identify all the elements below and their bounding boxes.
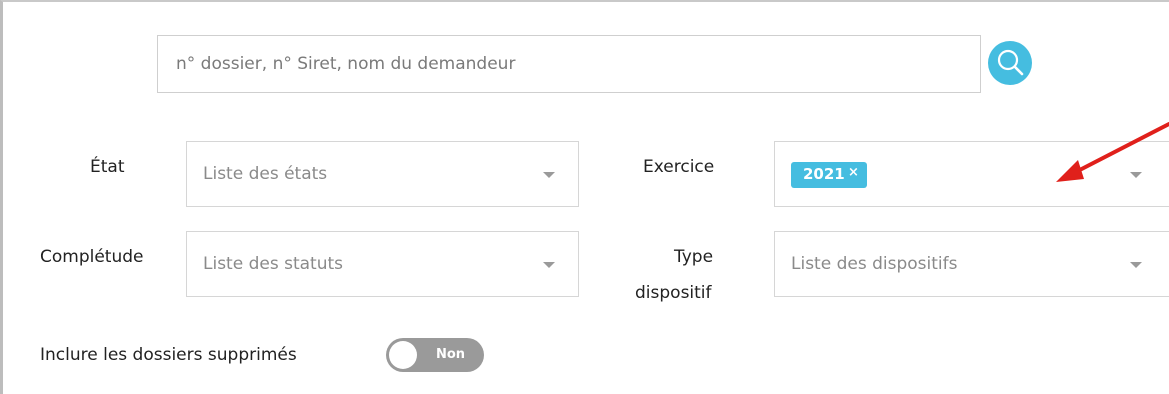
include-deleted-toggle[interactable]: Non [386,338,484,372]
exercice-label: Exercice [643,157,715,177]
search-icon [997,49,1024,76]
etat-select[interactable]: Liste des états [186,141,579,207]
exercice-tag-label: 2021 [803,165,845,183]
type-dispositif-select[interactable]: Liste des dispositifs [774,231,1169,297]
red-arrow-icon [1056,122,1169,182]
remove-tag-icon[interactable]: × [848,165,859,180]
chevron-down-icon [543,262,555,268]
completude-select[interactable]: Liste des statuts [186,231,579,297]
chevron-down-icon [1130,262,1142,268]
completude-placeholder: Liste des statuts [203,254,343,274]
etat-placeholder: Liste des états [203,164,328,184]
include-deleted-label: Inclure les dossiers supprimés [40,345,297,365]
search-input[interactable] [157,35,981,93]
search-filter-panel: État Liste des états Exercice 2021 × Com… [0,0,1169,394]
exercice-tag: 2021 × [791,162,867,188]
completude-label: Complétude [40,247,144,267]
chevron-down-icon [543,172,555,178]
etat-label: État [90,157,125,177]
search-button[interactable] [988,41,1032,85]
type-dispositif-label-line2: dispositif [635,283,712,303]
type-dispositif-placeholder: Liste des dispositifs [791,254,958,274]
toggle-knob [389,341,417,369]
type-dispositif-label-line1: Type [674,247,714,267]
toggle-state-text: Non [436,347,466,362]
